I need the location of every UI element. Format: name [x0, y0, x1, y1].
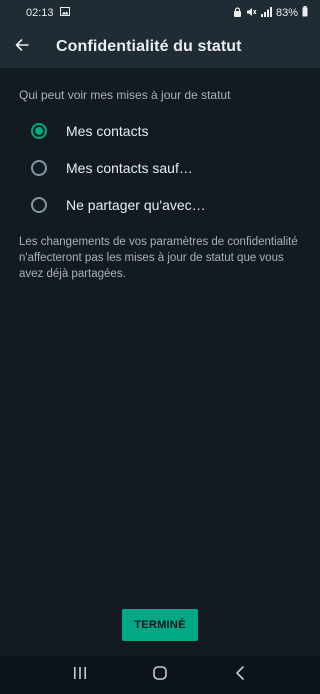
arrow-left-icon [15, 38, 29, 57]
recent-apps-button[interactable] [60, 656, 100, 694]
option-label: Ne partager qu'avec… [66, 196, 206, 213]
recent-apps-icon [73, 666, 87, 684]
system-back-button[interactable] [220, 656, 260, 694]
option-label: Mes contacts sauf… [66, 159, 193, 176]
radio-button[interactable] [31, 159, 47, 176]
image-icon [59, 7, 70, 19]
done-button[interactable]: TERMINÉ [122, 609, 198, 641]
option-label: Mes contacts [66, 122, 149, 139]
info-text: Les changements de vos paramètres de con… [19, 236, 298, 280]
option-my-contacts-except[interactable]: Mes contacts sauf… [0, 149, 320, 186]
privacy-options: Mes contacts Mes contacts sauf… Ne parta… [0, 112, 320, 223]
option-only-share-with[interactable]: Ne partager qu'avec… [0, 186, 320, 223]
status-right: 83% [233, 6, 308, 20]
battery-icon [302, 6, 308, 20]
home-button[interactable] [140, 656, 180, 694]
system-nav-bar [0, 656, 320, 694]
option-my-contacts[interactable]: Mes contacts [0, 112, 320, 149]
back-icon [235, 665, 245, 685]
radio-button-checked[interactable] [31, 122, 47, 139]
section-header: Qui peut voir mes mises à jour de statut [19, 88, 231, 102]
radio-button[interactable] [31, 196, 47, 213]
screen: 02:13 83% Confidentialité du statut Qui … [0, 0, 320, 694]
status-bar: 02:13 83% [0, 0, 320, 26]
lock-icon [233, 6, 242, 20]
battery-percent: 83% [275, 7, 298, 19]
home-icon [153, 665, 167, 685]
status-left: 02:13 [26, 7, 70, 19]
signal-icon [260, 6, 272, 20]
page-title: Confidentialité du statut [56, 38, 242, 55]
app-bar: Confidentialité du statut [0, 26, 320, 68]
status-time: 02:13 [26, 7, 54, 19]
back-button[interactable] [0, 26, 44, 68]
mute-icon [246, 7, 257, 20]
